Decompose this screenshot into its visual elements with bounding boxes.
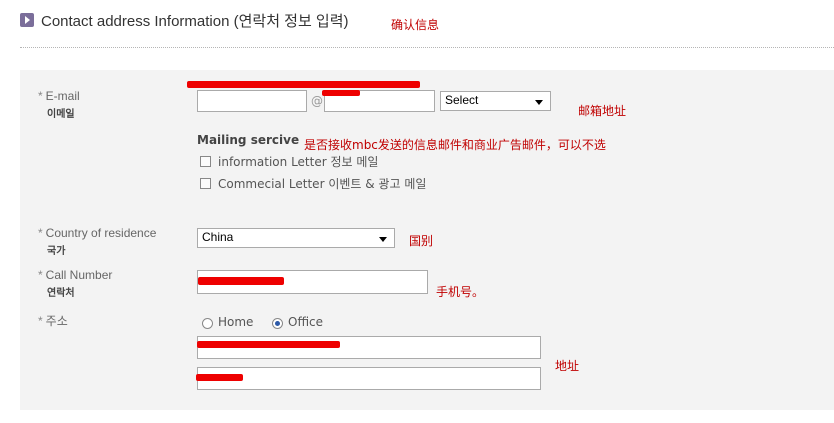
call-number-note: 手机号。 — [436, 285, 485, 299]
office-radio[interactable] — [272, 318, 283, 329]
redaction-bar — [196, 374, 243, 381]
address-line2-input[interactable] — [197, 367, 541, 390]
redaction-bar — [198, 277, 284, 285]
email-label: * E-mail — [38, 89, 80, 103]
call-number-label: * Call Number — [38, 268, 113, 282]
chevron-down-icon — [535, 100, 543, 105]
office-radio-label: Office — [288, 315, 324, 329]
country-select[interactable]: China — [197, 228, 395, 248]
select-value: Select — [445, 93, 479, 107]
address-note: 地址 — [555, 359, 580, 373]
section-arrow-icon — [20, 13, 34, 27]
email-note: 邮箱地址 — [578, 104, 627, 118]
commercial-letter-checkbox[interactable] — [200, 178, 211, 189]
select-value: China — [202, 230, 234, 244]
commercial-letter-label: Commecial Letter 이벤트 & 광고 메일 — [218, 177, 427, 191]
mailing-note: 是否接收mbc发送的信息邮件和商业广告邮件，可以不选 — [304, 138, 606, 152]
call-number-sub-label: 연락처 — [47, 288, 75, 299]
email-id-input[interactable] — [197, 90, 307, 112]
redaction-bar — [322, 90, 360, 96]
country-sub-label: 국가 — [47, 246, 66, 257]
chevron-down-icon — [379, 237, 387, 242]
email-at-sign: @ — [311, 94, 323, 108]
address-label: * 주소 — [38, 314, 68, 328]
section-title: Contact address Information (연락처 정보 입력) — [41, 13, 349, 30]
redaction-bar — [197, 341, 340, 348]
home-radio-label: Home — [218, 315, 254, 329]
email-domain-select[interactable]: Select — [440, 91, 551, 111]
confirm-note: 确认信息 — [391, 18, 440, 32]
country-note: 国别 — [409, 234, 434, 248]
information-letter-label: information Letter 정보 메일 — [218, 155, 379, 169]
redaction-bar — [187, 81, 420, 88]
home-radio[interactable] — [202, 318, 213, 329]
information-letter-checkbox[interactable] — [200, 156, 211, 167]
mailing-title: Mailing sercive — [197, 133, 300, 147]
divider — [20, 47, 834, 48]
email-sub-label: 이메일 — [47, 109, 75, 120]
country-label: * Country of residence — [38, 226, 157, 240]
